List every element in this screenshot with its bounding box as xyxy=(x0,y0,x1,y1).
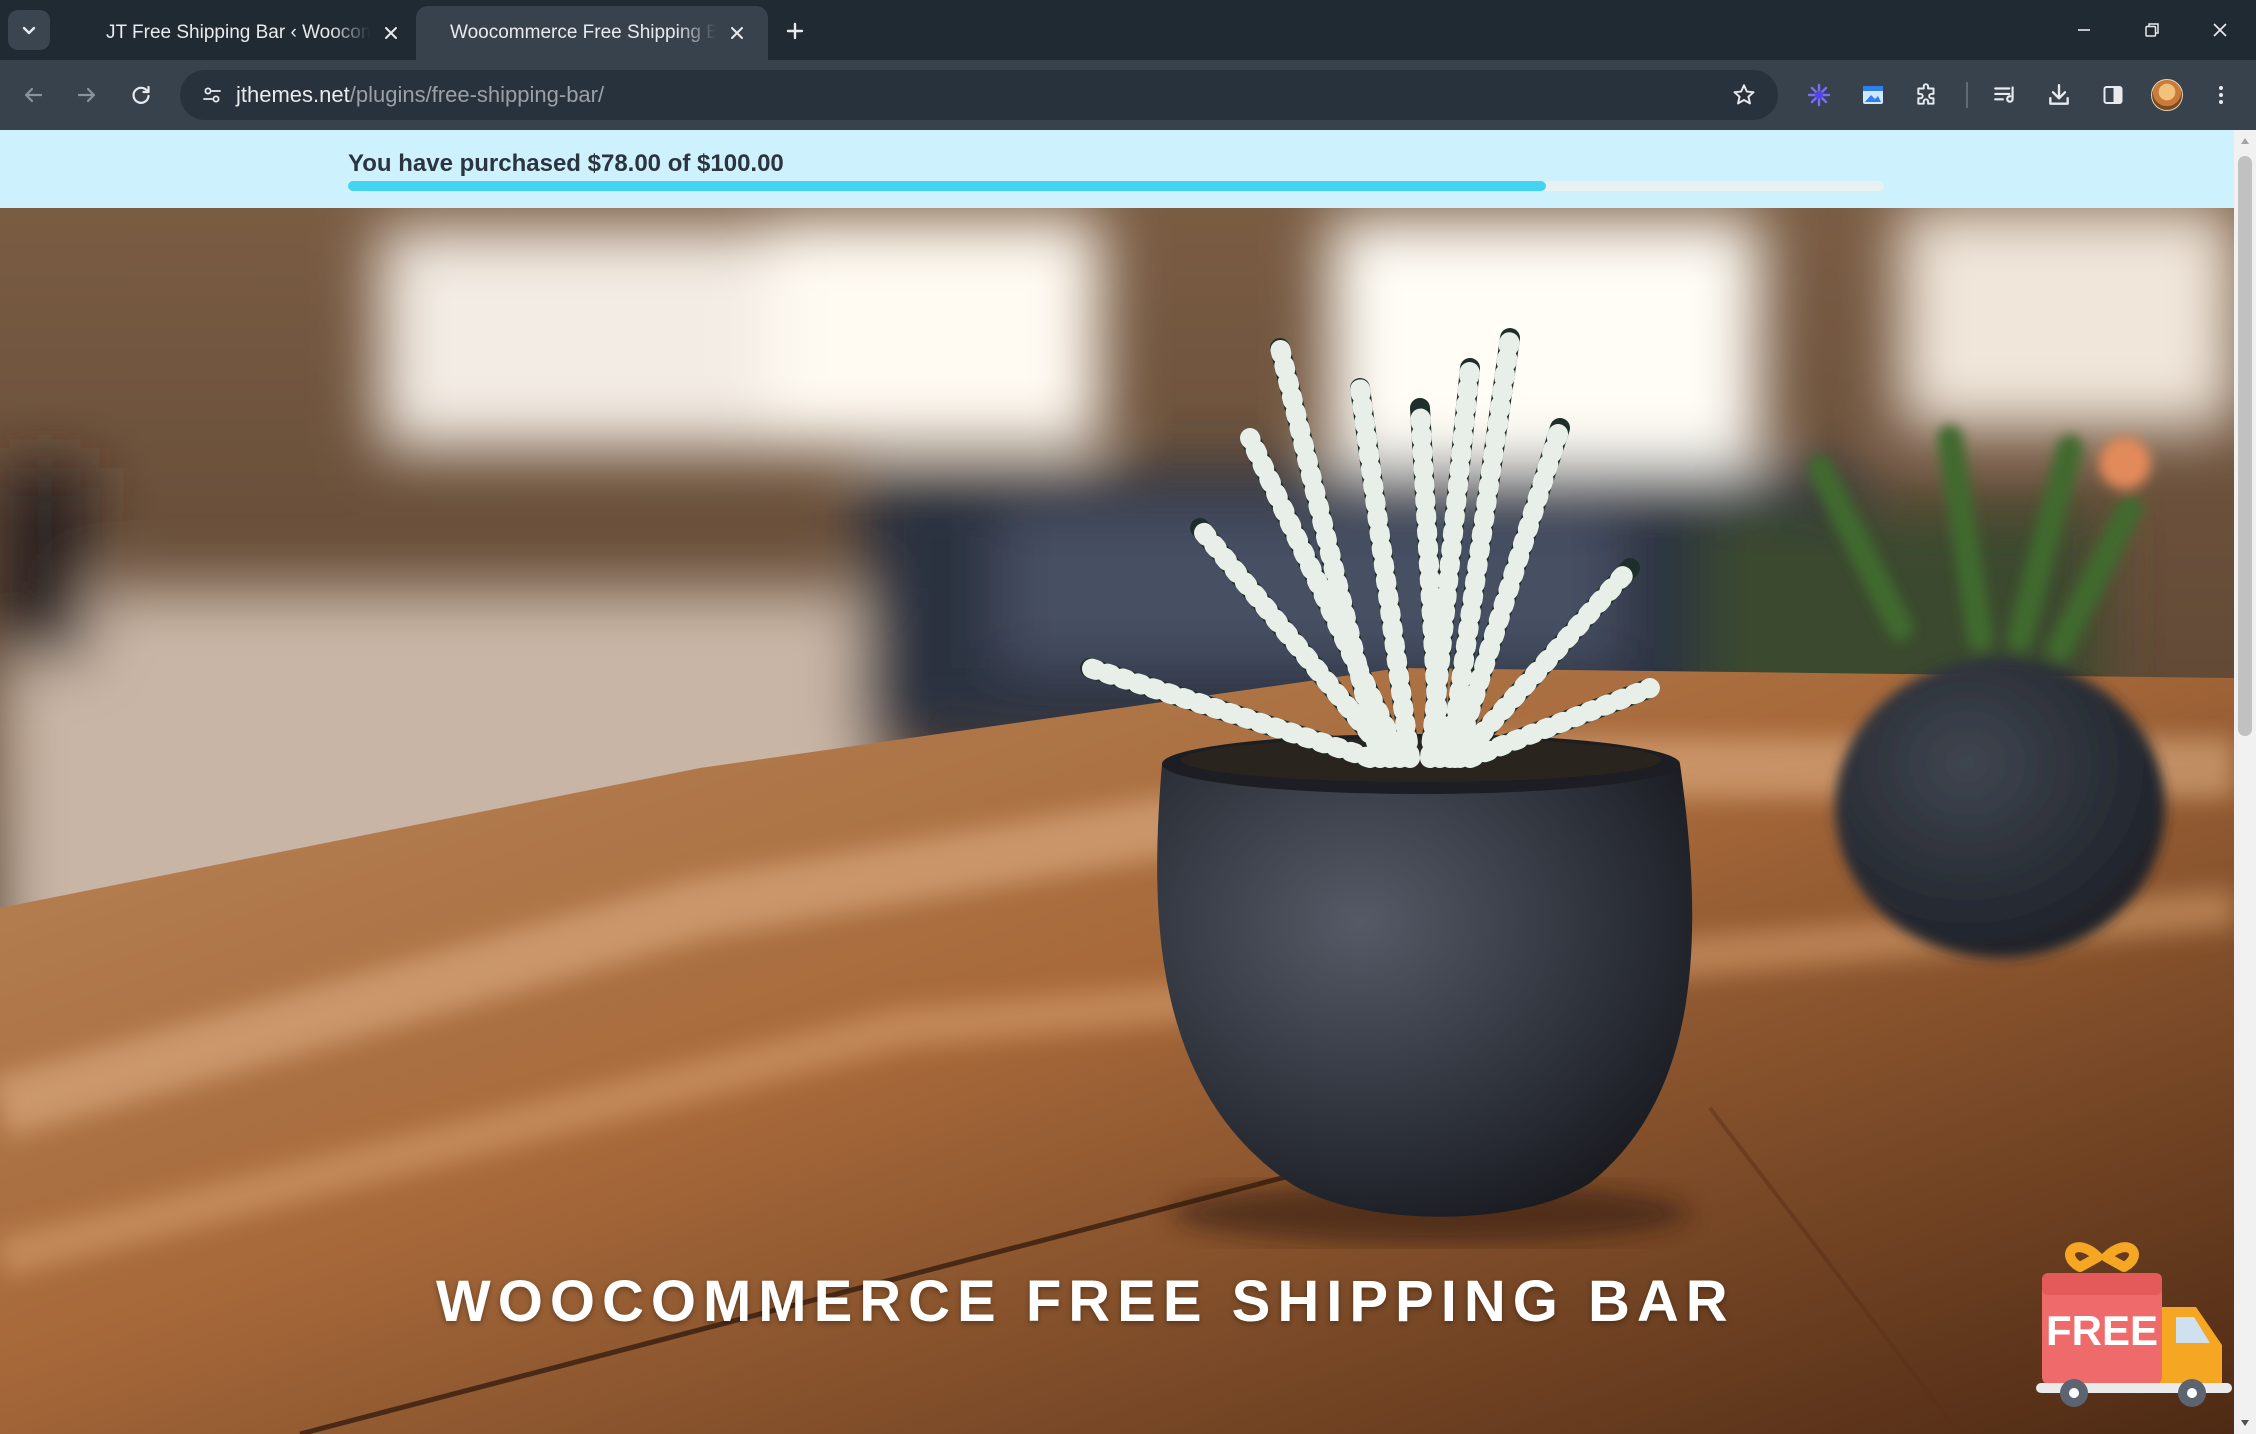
arrow-left-icon xyxy=(24,87,43,103)
star-icon xyxy=(1733,84,1755,105)
puzzle-icon xyxy=(1917,83,1935,105)
browser-menu-button[interactable] xyxy=(2200,74,2242,116)
page-scrollbar[interactable] xyxy=(2234,130,2256,1434)
close-window-button[interactable] xyxy=(2186,0,2254,60)
triangle-up-icon xyxy=(2241,138,2249,144)
tab-strip: JT Free Shipping Bar ‹ Woocommerce Wooco… xyxy=(0,0,2256,60)
minimize-icon xyxy=(2078,29,2090,31)
site-info-button[interactable] xyxy=(192,75,232,115)
tune-icon xyxy=(203,87,221,103)
url-text[interactable]: jthemes.net/plugins/free-shipping-bar/ xyxy=(236,70,604,120)
url-host: jthemes.net xyxy=(236,82,350,107)
browser-toolbar: jthemes.net/plugins/free-shipping-bar/ xyxy=(0,60,2256,130)
page-content: You have purchased $78.00 of $100.00 WOO… xyxy=(0,130,2234,1434)
download-icon xyxy=(2049,84,2069,105)
free-shipping-badge[interactable]: FREE xyxy=(2036,1235,2232,1425)
toolbar-separator xyxy=(1966,82,1968,108)
scroll-up-button[interactable] xyxy=(2234,130,2256,152)
avatar xyxy=(2151,79,2183,111)
free-shipping-bar: You have purchased $78.00 of $100.00 xyxy=(0,130,2234,208)
extensions-button[interactable] xyxy=(1906,74,1948,116)
tab-search-button[interactable] xyxy=(8,10,50,50)
forward-button[interactable] xyxy=(66,74,108,116)
bookmark-button[interactable] xyxy=(1728,79,1760,111)
profile-button[interactable] xyxy=(2146,74,2188,116)
kebab-menu-icon xyxy=(2219,86,2223,104)
badge-label: FREE xyxy=(2046,1307,2158,1354)
shipping-progress-track xyxy=(348,181,1884,191)
side-panel-button[interactable] xyxy=(2092,74,2134,116)
free-delivery-truck-icon: FREE xyxy=(2036,1242,2232,1407)
arrow-right-icon xyxy=(77,87,96,103)
shipping-progress-fill xyxy=(348,181,1547,191)
scroll-thumb[interactable] xyxy=(2238,156,2252,736)
reload-icon xyxy=(132,85,150,104)
hero-title: WOOCOMMERCE FREE SHIPPING BAR xyxy=(436,1269,1735,1334)
close-icon xyxy=(731,27,743,39)
scroll-down-button[interactable] xyxy=(2234,1412,2256,1434)
shipping-progress-message: You have purchased $78.00 of $100.00 xyxy=(348,150,784,177)
tab-woocommerce-free-shipping[interactable]: Woocommerce Free Shipping Bar xyxy=(416,6,768,60)
new-tab-button[interactable] xyxy=(778,14,812,48)
side-panel-icon xyxy=(2103,86,2123,104)
downloads-button[interactable] xyxy=(2038,74,2080,116)
close-icon xyxy=(385,27,397,39)
extension-button[interactable] xyxy=(1798,74,1840,116)
back-button[interactable] xyxy=(12,74,54,116)
image-extension-icon xyxy=(1863,86,1883,104)
tab-close-button[interactable] xyxy=(378,20,404,46)
plus-icon xyxy=(786,22,804,40)
chevron-down-icon xyxy=(22,26,36,35)
hero-banner: WOOCOMMERCE FREE SHIPPING BAR FREE xyxy=(0,208,2234,1434)
tab-close-button[interactable] xyxy=(724,20,750,46)
reading-list-button[interactable] xyxy=(1984,74,2026,116)
minimize-button[interactable] xyxy=(2050,0,2118,60)
close-icon xyxy=(2213,23,2227,37)
flower-extension-icon xyxy=(1807,83,1831,107)
restore-icon xyxy=(2145,23,2159,37)
reload-button[interactable] xyxy=(120,74,162,116)
hero-photo-plant-on-table xyxy=(0,208,2234,1434)
address-bar[interactable]: jthemes.net/plugins/free-shipping-bar/ xyxy=(180,70,1778,120)
restore-button[interactable] xyxy=(2118,0,2186,60)
url-path: /plugins/free-shipping-bar/ xyxy=(349,82,605,107)
extension-button[interactable] xyxy=(1852,74,1894,116)
tab-jt-free-shipping[interactable]: JT Free Shipping Bar ‹ Woocommerce xyxy=(72,6,422,60)
triangle-down-icon xyxy=(2241,1420,2249,1426)
tab-title: JT Free Shipping Bar ‹ Woocommerce xyxy=(106,22,370,43)
reading-list-icon xyxy=(1994,86,2014,103)
tab-title: Woocommerce Free Shipping Bar xyxy=(450,22,716,43)
